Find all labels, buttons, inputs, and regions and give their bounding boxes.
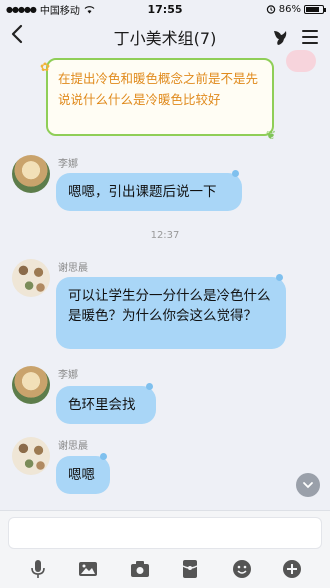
message-text: 色环里会找 xyxy=(68,397,136,413)
message-text: 可以让学生分一分什么是冷色什么是暖色？为什么你会这么觉得？ xyxy=(68,288,271,324)
menu-icon[interactable] xyxy=(300,27,320,47)
camera-icon[interactable] xyxy=(128,557,152,581)
sender-name: 谢思晨 xyxy=(58,263,88,274)
carrier-label: 中国移动 xyxy=(39,5,80,17)
status-right: 86% xyxy=(266,3,326,15)
sender-name: 李娜 xyxy=(58,370,78,381)
sender-name: 谢思晨 xyxy=(58,441,88,452)
message-bubble[interactable]: 嗯嗯 xyxy=(56,456,110,494)
chevron-left-icon[interactable] xyxy=(10,24,24,50)
timestamp: 12:37 xyxy=(150,230,180,241)
avatar[interactable] xyxy=(12,437,50,475)
emoji-icon[interactable] xyxy=(230,557,254,581)
sticker-decoration xyxy=(286,50,316,72)
battery-percent: 86% xyxy=(278,3,301,15)
input-toolbar xyxy=(0,555,330,583)
message-bubble[interactable]: 嗯嗯，引出课题后说一下 xyxy=(56,173,242,211)
bubble-decoration xyxy=(232,170,239,177)
group-members-icon[interactable] xyxy=(270,27,290,47)
notice-text: 在提出冷色和暖色概念之前是不是先说说什么什么是冷暖色比较好 xyxy=(58,71,259,107)
message-bubble[interactable]: 可以让学生分一分什么是冷色什么是暖色？为什么你会这么觉得？ xyxy=(56,277,286,349)
sender-name: 李娜 xyxy=(58,159,78,170)
wifi-icon xyxy=(84,5,95,13)
signal-icon: ●●●●● xyxy=(6,4,37,14)
flower-decoration-icon: ✿ xyxy=(40,60,51,74)
battery-level xyxy=(306,6,320,12)
message-bubble[interactable]: 色环里会找 xyxy=(56,386,156,424)
message-text: 嗯嗯 xyxy=(68,467,95,483)
battery-icon xyxy=(304,4,326,14)
leaf-decoration-icon: ❦ xyxy=(266,128,277,142)
avatar[interactable] xyxy=(12,366,50,404)
status-left: ●●●●● 中国移动 xyxy=(6,2,95,17)
bubble-decoration xyxy=(276,274,283,281)
image-icon[interactable] xyxy=(76,557,100,581)
red-packet-icon[interactable] xyxy=(178,557,202,581)
status-bar: ●●●●● 中国移动 17:55 86% xyxy=(0,0,330,18)
bubble-decoration xyxy=(100,453,107,460)
avatar[interactable] xyxy=(12,155,50,193)
microphone-icon[interactable] xyxy=(26,557,50,581)
scroll-down-button[interactable] xyxy=(296,473,320,497)
bubble-decoration xyxy=(146,383,153,390)
plus-icon[interactable] xyxy=(280,557,304,581)
alarm-icon xyxy=(266,5,275,14)
chat-header: 丁小美术组(7) xyxy=(0,18,330,56)
avatar[interactable] xyxy=(12,259,50,297)
pinned-notice[interactable]: 在提出冷色和暖色概念之前是不是先说说什么什么是冷暖色比较好 xyxy=(46,58,274,136)
input-bar xyxy=(0,510,330,588)
message-input[interactable] xyxy=(8,517,322,549)
group-title: 丁小美术组(7) xyxy=(113,29,217,48)
message-text: 嗯嗯，引出课题后说一下 xyxy=(68,184,217,200)
chevron-down-icon xyxy=(303,482,313,489)
